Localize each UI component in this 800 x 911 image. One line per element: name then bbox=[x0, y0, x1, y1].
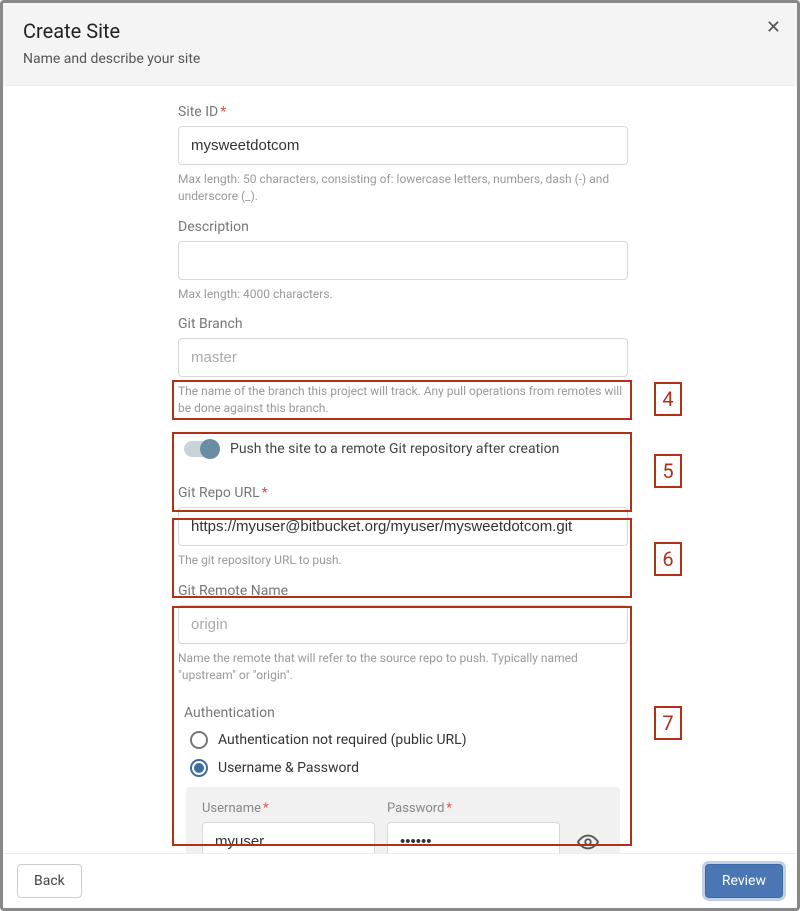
remote-name-input[interactable] bbox=[178, 605, 628, 644]
remote-name-hint: Name the remote that will refer to the s… bbox=[178, 650, 628, 684]
close-icon[interactable]: ✕ bbox=[766, 17, 781, 38]
username-input[interactable] bbox=[202, 822, 375, 853]
field-username: Username* bbox=[202, 801, 375, 853]
git-branch-input[interactable] bbox=[178, 338, 628, 377]
repo-url-input[interactable] bbox=[178, 507, 628, 546]
dialog-footer: Back Review bbox=[3, 853, 797, 908]
auth-section: Authentication Authentication not requir… bbox=[178, 697, 628, 853]
description-label: Description bbox=[178, 219, 628, 235]
push-toggle[interactable] bbox=[184, 441, 218, 457]
auth-option-userpass[interactable]: Username & Password bbox=[190, 759, 616, 777]
toggle-knob bbox=[200, 439, 220, 459]
dialog-subtitle: Name and describe your site bbox=[23, 51, 777, 67]
description-input[interactable] bbox=[178, 241, 628, 280]
credentials-panel: Username* Password* bbox=[186, 787, 620, 853]
radio-icon bbox=[190, 731, 208, 749]
dialog-header: Create Site Name and describe your site … bbox=[3, 3, 797, 86]
back-button[interactable]: Back bbox=[17, 864, 82, 898]
password-input[interactable] bbox=[387, 822, 560, 853]
annotation-number-7: 7 bbox=[654, 706, 682, 740]
auth-label: Authentication bbox=[184, 705, 622, 721]
site-id-label: Site ID* bbox=[178, 104, 628, 120]
repo-url-hint: The git repository URL to push. bbox=[178, 552, 628, 569]
annotation-number-4: 4 bbox=[654, 382, 682, 416]
annotation-number-6: 6 bbox=[654, 542, 682, 576]
annotation-number-5: 5 bbox=[654, 454, 682, 488]
remote-name-label: Git Remote Name bbox=[178, 583, 628, 599]
description-hint: Max length: 4000 characters. bbox=[178, 286, 628, 303]
field-site-id: Site ID* Max length: 50 characters, cons… bbox=[178, 104, 628, 205]
push-toggle-row: Push the site to a remote Git repository… bbox=[178, 431, 628, 467]
auth-option-public[interactable]: Authentication not required (public URL) bbox=[190, 731, 616, 749]
field-repo-url: Git Repo URL* The git repository URL to … bbox=[178, 485, 628, 569]
field-remote-name: Git Remote Name Name the remote that wil… bbox=[178, 583, 628, 684]
site-id-hint: Max length: 50 characters, consisting of… bbox=[178, 171, 628, 205]
form-column: Site ID* Max length: 50 characters, cons… bbox=[178, 104, 628, 853]
git-branch-label: Git Branch bbox=[178, 316, 628, 332]
push-toggle-label: Push the site to a remote Git repository… bbox=[230, 441, 559, 457]
git-branch-hint: The name of the branch this project will… bbox=[178, 383, 628, 417]
show-password-icon[interactable] bbox=[572, 823, 604, 853]
repo-url-label: Git Repo URL* bbox=[178, 485, 628, 501]
field-description: Description Max length: 4000 characters. bbox=[178, 219, 628, 303]
review-button[interactable]: Review bbox=[705, 864, 783, 898]
site-id-input[interactable] bbox=[178, 126, 628, 165]
dialog-title: Create Site bbox=[23, 19, 777, 43]
radio-icon bbox=[190, 759, 208, 777]
field-password: Password* bbox=[387, 801, 560, 853]
dialog-frame: Create Site Name and describe your site … bbox=[0, 0, 800, 911]
field-git-branch: Git Branch The name of the branch this p… bbox=[178, 316, 628, 417]
dialog-body: Site ID* Max length: 50 characters, cons… bbox=[3, 86, 797, 853]
